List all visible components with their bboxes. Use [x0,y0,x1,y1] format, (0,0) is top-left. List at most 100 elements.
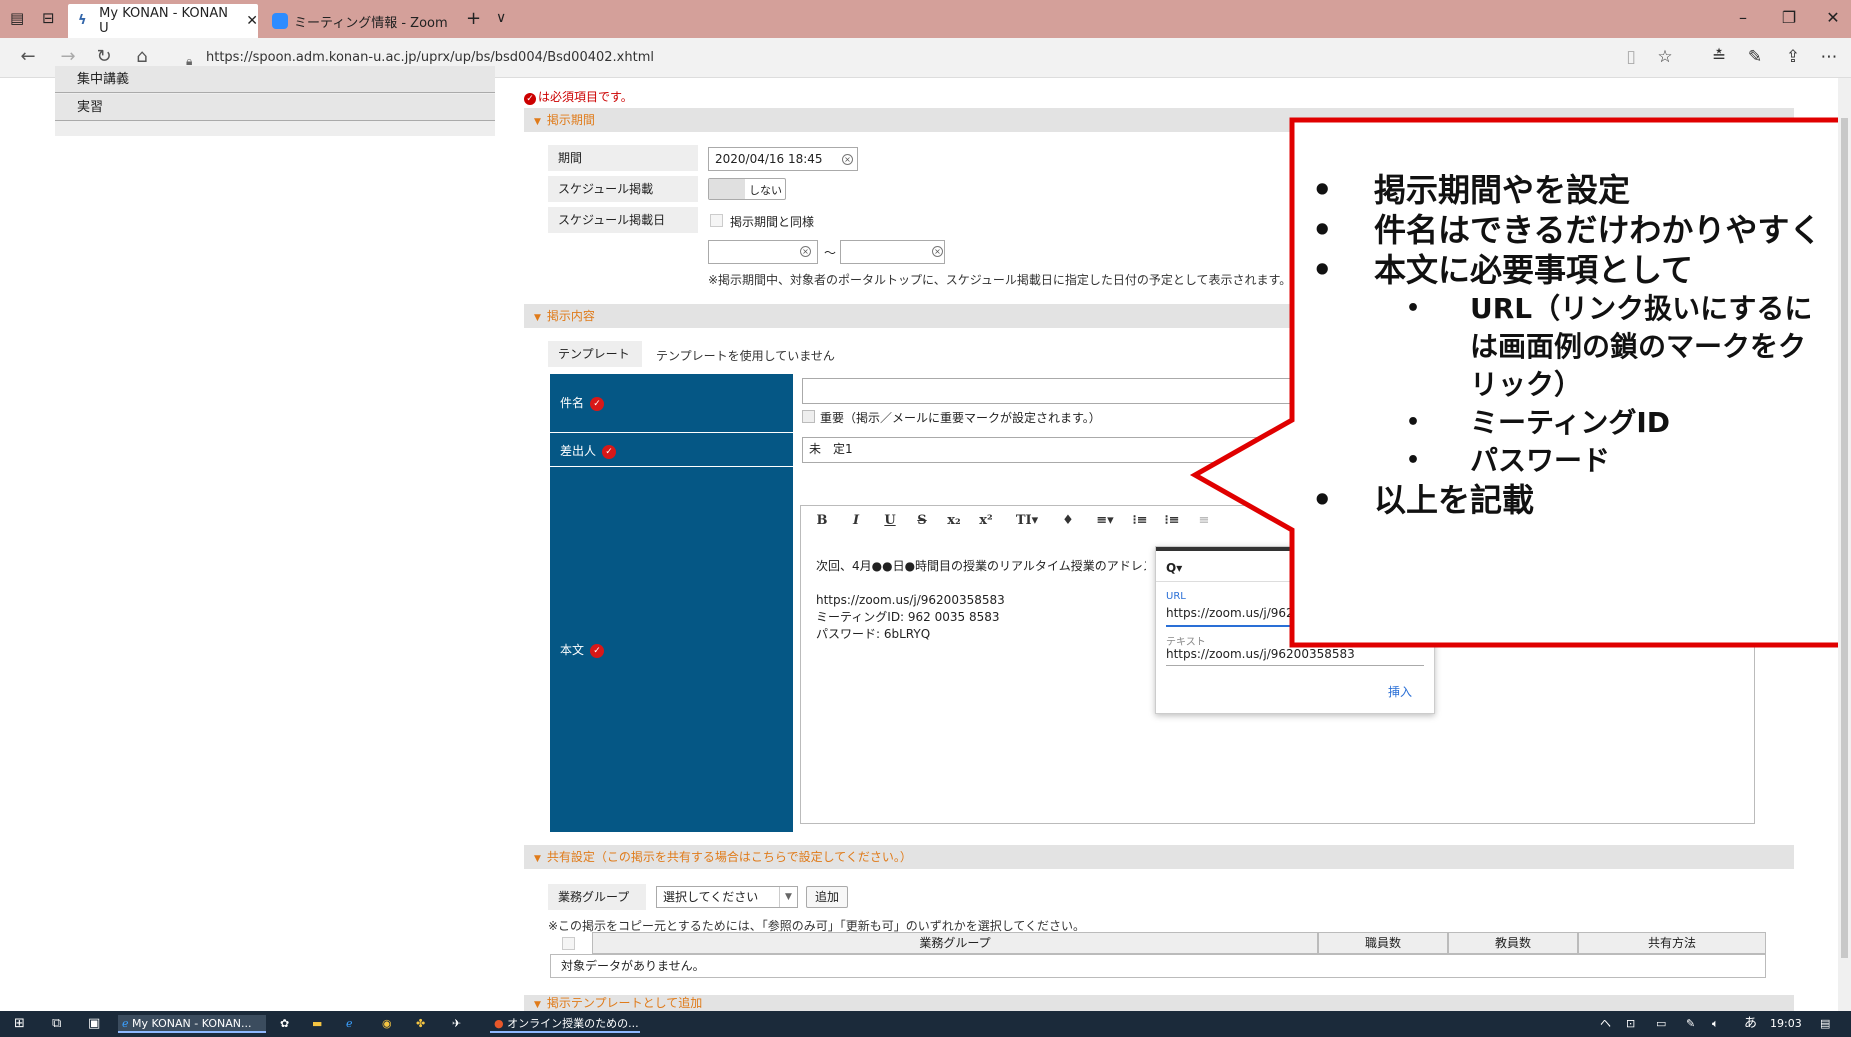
reading-view-icon[interactable]: ▯ [1618,47,1644,67]
clock[interactable]: 19:03 [1770,1015,1802,1033]
set-aside-tabs-icon[interactable]: ⊟ [42,9,55,27]
url-field-value[interactable]: https://zoom.us/j/962 [1166,606,1294,620]
schedule-end-input[interactable] [840,240,945,264]
body-line: 次回、4月●●日●時間目の授業のリアルタイム授業のアドレス [816,559,1146,573]
text-field-value[interactable]: https://zoom.us/j/96200358583 [1166,647,1355,661]
divider [550,466,793,467]
task-view-icon[interactable]: ⧉ [52,1015,61,1033]
tab-my-konan[interactable]: ϟ My KONAN - KONAN U ✕ [68,4,258,38]
taskbar-item-powerpoint[interactable]: ● オンライン授業のための... [490,1015,640,1033]
tab-dropdown-button[interactable]: ∨ [496,10,506,26]
ie-icon[interactable]: ℯ [346,1015,353,1033]
tilde: ～ [824,246,837,260]
tab-label: My KONAN - KONAN U [99,6,228,36]
schedule-toggle[interactable]: しない [708,178,786,200]
close-window-button[interactable]: ✕ [1818,8,1848,27]
folder-icon[interactable]: ▬ [312,1015,322,1033]
home-icon[interactable]: ⌂ [128,46,156,67]
clear-icon[interactable]: × [842,154,853,165]
close-icon[interactable]: ✕ [246,13,258,29]
more-icon[interactable]: ⋯ [1816,47,1842,67]
chevron-down-icon: ▼ [534,117,541,127]
tab-zoom[interactable]: ミーティング情報 - Zoom [262,4,452,38]
taskbar: ⊞ ⧉ ▣ ℯ My KONAN - KONAN... ✿ ▬ ℯ ◉ ✤ ✈ … [0,1011,1851,1037]
windows-start-icon[interactable]: ⊞ [14,1015,25,1033]
period-input[interactable]: 2020/04/16 18:45 [708,147,858,171]
color-button[interactable]: ♦ [1056,513,1080,528]
favorite-star-icon[interactable]: ☆ [1652,47,1678,67]
battery-icon[interactable]: ▭ [1656,1015,1666,1033]
app-icon[interactable]: ▣ [88,1015,100,1033]
select-all-checkbox[interactable] [562,937,575,950]
taskbar-item-edge[interactable]: ℯ My KONAN - KONAN... [118,1015,266,1033]
restore-button[interactable]: ❐ [1774,8,1804,27]
required-note: ✓ は必須項目です。 [524,88,633,105]
important-checkbox[interactable] [802,410,815,423]
schedule-date-label: スケジュール掲載日 [548,207,698,233]
font-size-button[interactable]: TI▾ [1010,513,1044,528]
back-icon[interactable]: ← [14,46,42,67]
strikethrough-button[interactable]: S [910,513,934,528]
unordered-list-button[interactable]: ⁝≡ [1160,513,1184,528]
italic-button[interactable]: I [844,513,868,528]
subscript-button[interactable]: x₂ [942,513,966,528]
template-label: テンプレート [548,341,642,367]
app-icon[interactable]: ✈ [452,1015,461,1033]
group-select[interactable]: 選択してください ▼ [656,886,798,908]
bold-button[interactable]: B [810,513,834,528]
section-share[interactable]: ▼ 共有設定（この掲示を共有する場合はこちらで設定してください。） [524,845,1794,869]
required-check-icon: ✓ [602,444,617,459]
tray-expand-icon[interactable]: ヘ [1600,1015,1611,1033]
powerpoint-icon: ● [494,1017,508,1030]
network-icon[interactable]: ⊡ [1626,1015,1635,1033]
app-icon[interactable]: ✤ [416,1015,425,1033]
url-underline [1166,625,1424,627]
required-check-icon: ✓ [590,643,605,658]
scrollbar-thumb[interactable] [1841,118,1848,958]
search-icon[interactable]: Q▾ [1166,561,1182,575]
forward-icon[interactable]: → [54,46,82,67]
refresh-icon[interactable]: ↻ [90,46,118,67]
ordered-list-button[interactable]: ⁝≡ [1128,513,1152,528]
minimize-button[interactable]: – [1728,8,1758,27]
app-icon[interactable]: ✿ [280,1015,289,1033]
required-check-icon: ✓ [590,396,605,411]
favorites-list-icon[interactable]: ≛ [1706,47,1732,67]
chrome-icon[interactable]: ◉ [382,1015,392,1033]
volume-icon[interactable]: 🔈︎ [1712,1015,1719,1033]
divider [550,432,793,433]
title-bar: ▤ ⊟ ϟ My KONAN - KONAN U ✕ ミーティング情報 - Zo… [0,0,1851,38]
clear-icon[interactable]: × [932,246,943,257]
pen-tray-icon[interactable]: ✎ [1686,1015,1695,1033]
insert-button[interactable]: 挿入 [1388,683,1412,700]
leftnav-item-intensive[interactable]: 集中講義 [55,66,495,93]
chevron-down-icon: ▼ [779,887,797,907]
leftnav-item-practicum[interactable]: 実習 [55,94,495,121]
period-label: 期間 [548,145,698,171]
body-line: ミーティングID: 962 0035 8583 [816,610,1000,624]
align-button[interactable]: ≡▾ [1090,513,1120,528]
sender-input[interactable]: 未 定1 [802,437,1322,463]
scrollbar[interactable] [1838,78,1851,1011]
underline-button[interactable]: U [878,513,902,528]
new-tab-button[interactable]: + [466,8,481,29]
superscript-button[interactable]: x² [974,513,998,528]
text-underline [1166,665,1424,666]
section-period[interactable]: ▼ 掲示期間 [524,108,1794,132]
body-label: 本文 ✓ [560,641,605,658]
callout-text: 掲示期間やを設定 件名はできるだけわかりやすく 本文に必要事項として URL（リ… [1310,170,1830,520]
ime-indicator[interactable]: あ [1744,1015,1757,1033]
subject-input[interactable] [802,378,1322,404]
section-template-add[interactable]: ▼ 掲示テンプレートとして追加 [524,995,1794,1011]
indent-button[interactable]: ≡ [1192,513,1216,528]
chevron-down-icon: ▼ [534,1000,541,1010]
share-icon[interactable]: ⇪ [1780,47,1806,67]
popup-topbar [1156,547,1436,551]
tab-manager-icon[interactable]: ▤ [10,9,24,27]
pen-icon[interactable]: ✎ [1742,47,1768,67]
add-button[interactable]: 追加 [806,886,848,908]
same-as-period-checkbox[interactable] [710,214,723,227]
clear-icon[interactable]: × [800,246,811,257]
editor-content[interactable]: 次回、4月●●日●時間目の授業のリアルタイム授業のアドレス https://zo… [816,558,1146,643]
notification-icon[interactable]: ▤ [1820,1015,1830,1033]
